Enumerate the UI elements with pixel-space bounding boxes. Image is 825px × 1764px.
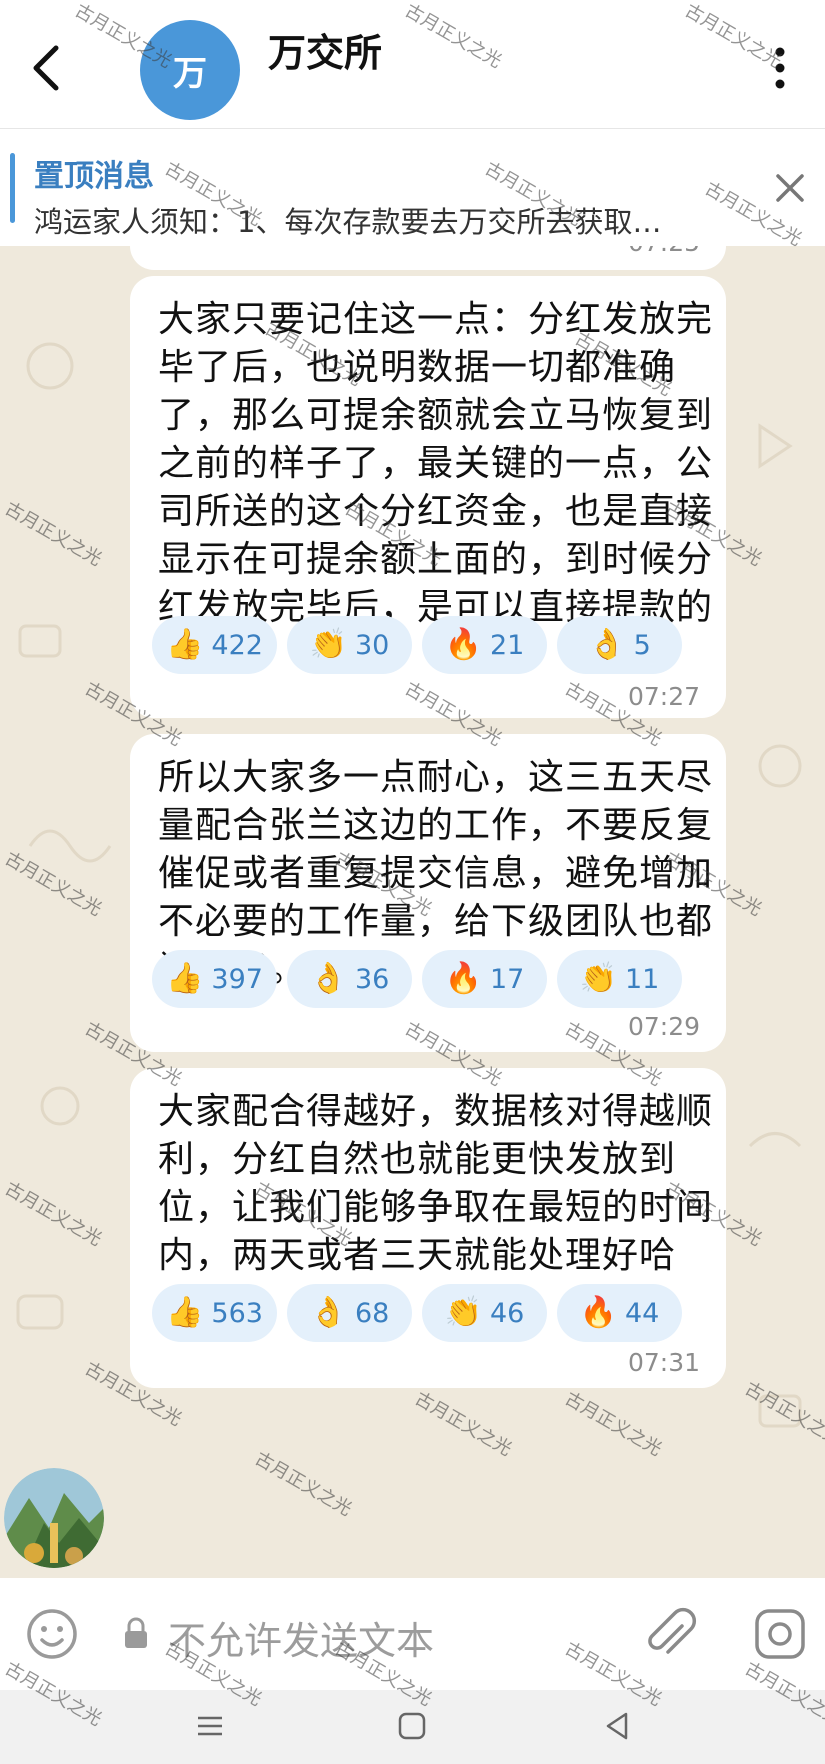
chat-avatar[interactable]: 万: [140, 20, 240, 120]
thumbs-up-icon: 👍: [166, 961, 204, 996]
ok-hand-icon: 👌: [588, 627, 626, 662]
recent-apps-icon[interactable]: [192, 1708, 228, 1744]
reactions-row: 👍 397 👌 36 🔥 17 👏 11: [152, 950, 682, 1008]
reaction-count: 11: [625, 963, 660, 995]
reaction-chip[interactable]: 👌 68: [287, 1284, 412, 1342]
system-nav-bar: [0, 1690, 825, 1764]
fire-icon: 🔥: [444, 627, 482, 662]
close-icon[interactable]: [770, 168, 810, 208]
home-icon[interactable]: [394, 1708, 430, 1744]
reaction-count: 563: [211, 1297, 263, 1329]
reaction-chip[interactable]: 🔥 21: [422, 616, 547, 674]
clapping-hands-icon: 👏: [444, 1295, 482, 1330]
fire-icon: 🔥: [579, 1295, 617, 1330]
reaction-count: 46: [490, 1297, 525, 1329]
camera-icon[interactable]: [752, 1606, 808, 1662]
reaction-chip[interactable]: 👌 36: [287, 950, 412, 1008]
chat-avatar-letter: 万: [173, 53, 207, 94]
pinned-message-bar[interactable]: 置顶消息 鸿运家人须知：1、每次存款要去万交所去获取…: [0, 128, 825, 247]
message-list[interactable]: 07:25 大家只要记住这一点：分红发放完毕了后，也说明数据一切都准确了，那么可…: [0, 246, 825, 1578]
reaction-count: 422: [211, 629, 263, 661]
more-options-icon[interactable]: [766, 44, 794, 92]
clapping-hands-icon: 👏: [309, 627, 347, 662]
pinned-text: 鸿运家人须知：1、每次存款要去万交所去获取…: [34, 205, 662, 239]
message-time: 07:27: [627, 682, 700, 711]
thumbs-up-icon: 👍: [166, 1295, 204, 1330]
lock-icon: [125, 1617, 147, 1648]
pinned-title: 置顶消息: [34, 159, 154, 194]
message-time: 07:29: [627, 1012, 700, 1041]
nav-back-icon[interactable]: [600, 1708, 636, 1744]
chat-title[interactable]: 万交所: [268, 22, 382, 77]
ok-hand-icon: 👌: [309, 1295, 347, 1330]
reaction-chip[interactable]: 👏 11: [557, 950, 682, 1008]
paperclip-icon[interactable]: [642, 1604, 698, 1664]
reaction-count: 5: [633, 629, 651, 661]
message-time: 07:31: [627, 1348, 700, 1377]
message-bubble[interactable]: 07:25: [130, 246, 726, 270]
reaction-count: 21: [490, 629, 525, 661]
reaction-count: 30: [355, 629, 390, 661]
back-arrow-icon[interactable]: [24, 38, 72, 98]
reaction-chip[interactable]: 👏 46: [422, 1284, 547, 1342]
thumbs-up-icon: 👍: [166, 627, 204, 662]
reaction-count: 397: [211, 963, 263, 995]
sender-avatar[interactable]: [4, 1468, 104, 1568]
chat-header: 万 万交所: [0, 0, 825, 128]
reaction-chip[interactable]: 🔥 17: [422, 950, 547, 1008]
emoji-icon[interactable]: [24, 1606, 80, 1662]
reaction-chip[interactable]: 👏 30: [287, 616, 412, 674]
message-input[interactable]: 不允许发送文本: [168, 1610, 434, 1665]
message-text: 大家只要记住这一点：分红发放完毕了后，也说明数据一切都准确了，那么可提余额就会立…: [158, 299, 714, 628]
reaction-chip[interactable]: 🔥 44: [557, 1284, 682, 1342]
pinned-indicator: [10, 153, 15, 223]
reactions-row: 👍 422 👏 30 🔥 21 👌 5: [152, 616, 682, 674]
reaction-count: 17: [490, 963, 525, 995]
reactions-row: 👍 563 👌 68 👏 46 🔥 44: [152, 1284, 682, 1342]
reaction-chip[interactable]: 👍 563: [152, 1284, 277, 1342]
reaction-chip[interactable]: 👍 397: [152, 950, 277, 1008]
ok-hand-icon: 👌: [309, 961, 347, 996]
reaction-count: 44: [625, 1297, 660, 1329]
message-text: 大家配合得越好，数据核对得越顺利，分红自然也就能更快发放到位，让我们能够争取在最…: [158, 1091, 714, 1276]
message-bubble[interactable]: 大家配合得越好，数据核对得越顺利，分红自然也就能更快发放到位，让我们能够争取在最…: [130, 1068, 726, 1388]
fire-icon: 🔥: [444, 961, 482, 996]
message-input-bar: 不允许发送文本: [0, 1578, 825, 1690]
reaction-count: 36: [355, 963, 390, 995]
message-bubble[interactable]: 大家只要记住这一点：分红发放完毕了后，也说明数据一切都准确了，那么可提余额就会立…: [130, 276, 726, 718]
reaction-count: 68: [355, 1297, 390, 1329]
message-bubble[interactable]: 所以大家多一点耐心，这三五天尽量配合张兰这边的工作，不要反复催促或者重复提交信息…: [130, 734, 726, 1052]
message-time: 07:25: [628, 246, 700, 257]
reaction-chip[interactable]: 👌 5: [557, 616, 682, 674]
reaction-chip[interactable]: 👍 422: [152, 616, 277, 674]
clapping-hands-icon: 👏: [579, 961, 617, 996]
